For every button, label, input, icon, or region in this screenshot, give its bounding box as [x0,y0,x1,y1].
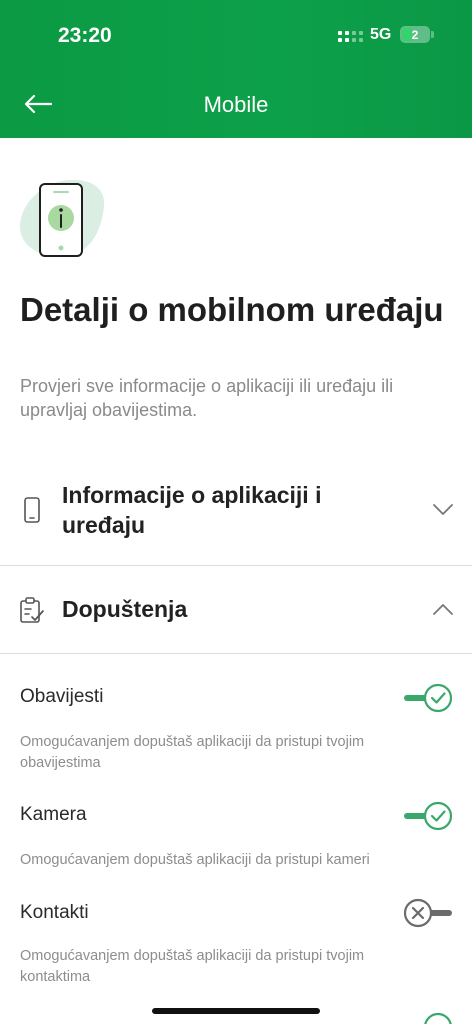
status-bar: 23:20 5G 2 [0,0,472,70]
permission-contacts-description: Omogućavanjem dopuštaš aplikaciji da pri… [20,946,440,988]
status-time: 23:20 [58,24,112,47]
section-permissions-title: Dopuštenja [62,596,188,622]
network-type: 5G [370,26,392,43]
permission-notifications-desc-line1: Omogućavanjem dopuštaš aplikaciji da pri… [20,734,365,750]
battery-icon: 2 [400,26,430,43]
next-permission-toggle[interactable] [402,1012,454,1024]
page-title: Detalji o mobilnom uređaju [20,291,444,328]
battery-percent: 2 [411,27,419,42]
camera-toggle-on[interactable] [402,801,454,831]
permission-camera-label: Kamera [20,804,87,825]
section-permissions[interactable]: Dopuštenja [0,566,472,654]
contacts-toggle-off[interactable] [402,898,454,928]
battery-tip [431,31,434,38]
section-info-title-line2: uređaju [62,512,146,538]
permission-contacts-desc-line2: kontaktima [20,969,91,985]
nav-bar: Mobile [0,70,472,138]
phone-icon [24,497,40,523]
permission-contacts-label: Kontakti [20,902,89,923]
page-subtitle: Provjeri sve informacije o aplikaciji il… [20,376,394,420]
section-info-title-line1: Informacije o aplikaciji i [62,482,322,508]
chevron-down-icon [433,504,453,515]
permission-camera-description: Omogućavanjem dopuštaš aplikaciji da pri… [20,852,370,868]
section-app-device-info[interactable]: Informacije o aplikaciji i uređaju [0,468,472,566]
section-info-title: Informacije o aplikaciji i uređaju [62,480,321,540]
notifications-toggle-on[interactable] [402,683,454,713]
nav-title: Mobile [203,92,269,117]
permission-notifications-desc-line2: obavijestima [20,755,101,771]
clipboard-check-icon [20,597,44,623]
permission-notifications-description: Omogućavanjem dopuštaš aplikaciji da pri… [20,732,440,774]
signal-icon [338,31,363,42]
app-header: 23:20 5G 2 Mobile [0,0,472,138]
chevron-up-icon [433,604,453,615]
permission-notifications-label: Obavijesti [20,686,104,707]
phone-info-icon [20,179,105,257]
home-indicator[interactable] [152,1008,320,1014]
permission-contacts-desc-line1: Omogućavanjem dopuštaš aplikaciji da pri… [20,948,365,964]
